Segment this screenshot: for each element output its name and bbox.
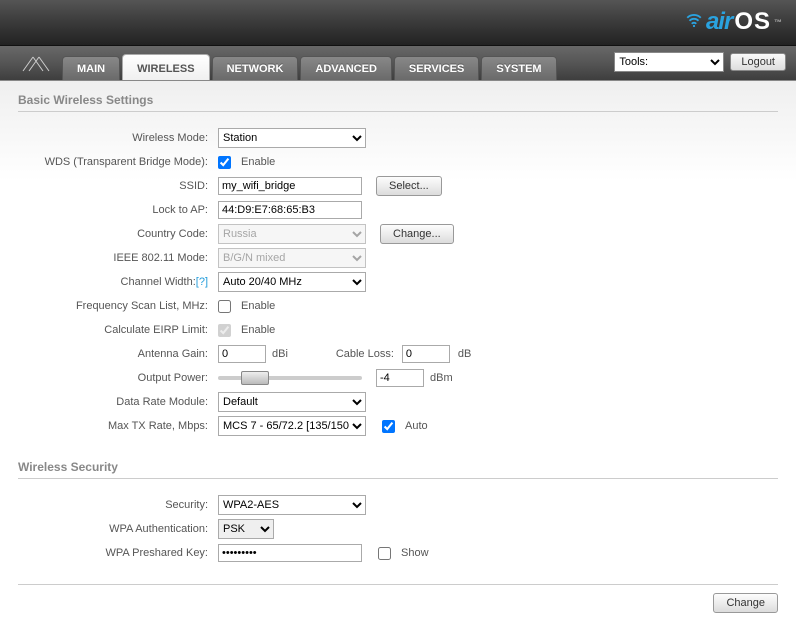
wpa-auth-select[interactable]: PSK bbox=[218, 519, 274, 539]
tab-system[interactable]: SYSTEM bbox=[481, 56, 556, 80]
label-cable-loss: Cable Loss: bbox=[324, 348, 394, 360]
wpa-key-input[interactable] bbox=[218, 544, 362, 562]
max-tx-auto-label: Auto bbox=[405, 420, 428, 432]
label-lock-to-ap: Lock to AP: bbox=[28, 204, 218, 216]
country-change-button[interactable]: Change... bbox=[380, 224, 454, 244]
nav-right: Tools: Logout bbox=[614, 52, 786, 72]
label-wpa-auth: WPA Authentication: bbox=[28, 523, 218, 535]
calc-eirp-label: Enable bbox=[241, 324, 275, 336]
tab-services[interactable]: SERVICES bbox=[394, 56, 479, 80]
wds-enable-checkbox[interactable] bbox=[218, 156, 231, 169]
output-power-unit: dBm bbox=[430, 372, 453, 384]
wpa-show-checkbox[interactable] bbox=[378, 547, 391, 560]
antenna-icon[interactable] bbox=[12, 50, 60, 76]
label-calc-eirp: Calculate EIRP Limit: bbox=[28, 324, 218, 336]
tab-network[interactable]: NETWORK bbox=[212, 56, 299, 80]
tools-select[interactable]: Tools: bbox=[614, 52, 724, 72]
calc-eirp-checkbox bbox=[218, 324, 231, 337]
tab-wireless[interactable]: WIRELESS bbox=[122, 54, 209, 80]
antenna-gain-unit: dBi bbox=[272, 348, 288, 360]
security-select[interactable]: WPA2-AES bbox=[218, 495, 366, 515]
label-output-power: Output Power: bbox=[28, 372, 218, 384]
label-ieee-mode: IEEE 802.11 Mode: bbox=[28, 252, 218, 264]
max-tx-rate-select[interactable]: MCS 7 - 65/72.2 [135/150] bbox=[218, 416, 366, 436]
cable-loss-unit: dB bbox=[458, 348, 471, 360]
label-freq-scan: Frequency Scan List, MHz: bbox=[28, 300, 218, 312]
cable-loss-input[interactable] bbox=[402, 345, 450, 363]
top-bar: air OS ™ bbox=[0, 0, 796, 46]
nav-tabs: MAIN WIRELESS NETWORK ADVANCED SERVICES … bbox=[62, 46, 557, 80]
channel-width-select[interactable]: Auto 20/40 MHz bbox=[218, 272, 366, 292]
tab-main[interactable]: MAIN bbox=[62, 56, 120, 80]
output-power-slider[interactable] bbox=[218, 370, 362, 386]
label-data-rate-module: Data Rate Module: bbox=[28, 396, 218, 408]
output-power-input[interactable] bbox=[376, 369, 424, 387]
label-wds: WDS (Transparent Bridge Mode): bbox=[28, 156, 218, 168]
freq-scan-checkbox[interactable] bbox=[218, 300, 231, 313]
ssid-input[interactable] bbox=[218, 177, 362, 195]
label-wpa-key: WPA Preshared Key: bbox=[28, 547, 218, 559]
content: Basic Wireless Settings Wireless Mode: S… bbox=[0, 81, 796, 621]
basic-form: Wireless Mode: Station WDS (Transparent … bbox=[28, 126, 778, 438]
label-ssid: SSID: bbox=[28, 180, 218, 192]
wds-enable-label: Enable bbox=[241, 156, 275, 168]
label-country: Country Code: bbox=[28, 228, 218, 240]
bottom-bar: Change bbox=[18, 584, 778, 613]
country-select: Russia bbox=[218, 224, 366, 244]
label-channel-width: Channel Width:[?] bbox=[28, 276, 218, 288]
label-antenna-gain: Antenna Gain: bbox=[28, 348, 218, 360]
channel-width-help[interactable]: [?] bbox=[196, 276, 208, 288]
ieee-mode-select: B/G/N mixed bbox=[218, 248, 366, 268]
wireless-mode-select[interactable]: Station bbox=[218, 128, 366, 148]
change-button[interactable]: Change bbox=[713, 593, 778, 613]
label-max-tx-rate: Max TX Rate, Mbps: bbox=[28, 420, 218, 432]
data-rate-module-select[interactable]: Default bbox=[218, 392, 366, 412]
brand-tm: ™ bbox=[774, 18, 782, 27]
lock-to-ap-input[interactable] bbox=[218, 201, 362, 219]
tab-advanced[interactable]: ADVANCED bbox=[300, 56, 392, 80]
wifi-icon bbox=[685, 8, 703, 36]
label-security: Security: bbox=[28, 499, 218, 511]
brand-air: air bbox=[706, 8, 732, 36]
antenna-gain-input[interactable] bbox=[218, 345, 266, 363]
brand-logo: air OS ™ bbox=[685, 8, 782, 36]
label-wireless-mode: Wireless Mode: bbox=[28, 132, 218, 144]
wpa-show-label: Show bbox=[401, 547, 429, 559]
ssid-select-button[interactable]: Select... bbox=[376, 176, 442, 196]
section-basic-title: Basic Wireless Settings bbox=[18, 93, 778, 112]
logout-button[interactable]: Logout bbox=[730, 53, 786, 71]
nav-bar: MAIN WIRELESS NETWORK ADVANCED SERVICES … bbox=[0, 46, 796, 81]
security-form: Security: WPA2-AES WPA Authentication: P… bbox=[28, 493, 778, 565]
max-tx-auto-checkbox[interactable] bbox=[382, 420, 395, 433]
section-security-title: Wireless Security bbox=[18, 460, 778, 479]
brand-os: OS bbox=[734, 8, 771, 36]
freq-scan-label: Enable bbox=[241, 300, 275, 312]
